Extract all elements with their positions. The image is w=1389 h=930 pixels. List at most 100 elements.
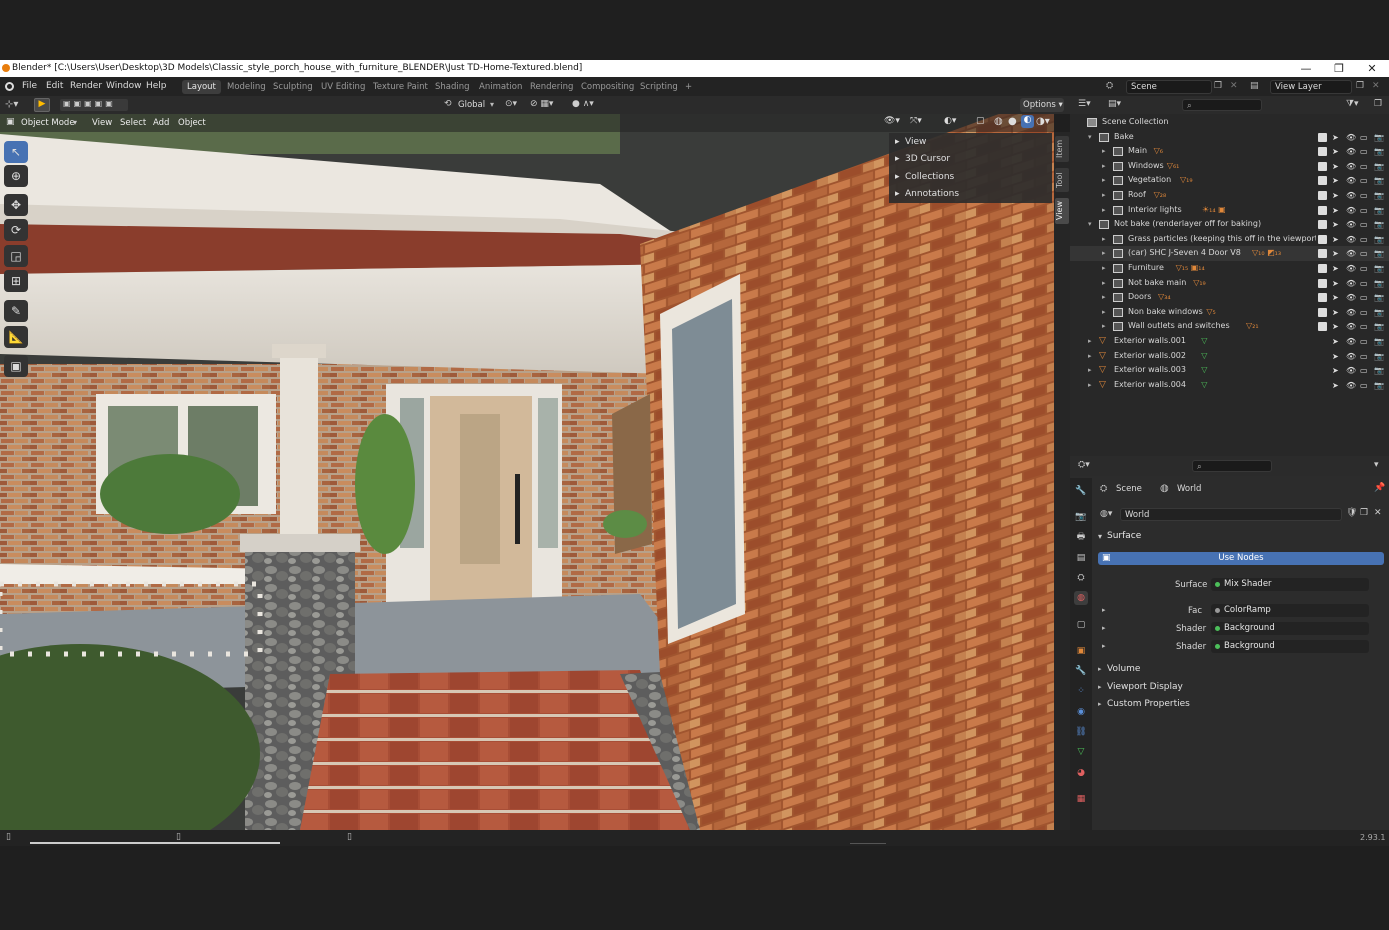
surface-shader-field[interactable]: Mix Shader [1211,578,1369,591]
exclude-checkbox[interactable] [1318,205,1327,215]
expand-arrow-icon[interactable]: ▸ [1088,334,1092,349]
gizmo-icon[interactable]: ⤧▾ [910,116,922,126]
camera-render-icon[interactable]: 📷 [1374,191,1384,200]
cursor-icon[interactable]: ⊕ [4,165,28,187]
tab-scripting[interactable]: Scripting [635,80,683,94]
view-menu[interactable]: View [92,118,112,128]
select-arrow-icon[interactable]: ➤ [1332,176,1341,185]
shader2-field[interactable]: Background [1211,640,1369,653]
expand-arrow-icon[interactable]: ▸ [1102,305,1106,320]
camera-render-icon[interactable]: 📷 [1374,352,1384,361]
collapse-arrow-icon[interactable]: ▾ [1088,217,1092,232]
camera-render-icon[interactable]: 📷 [1374,264,1384,273]
select-arrow-icon[interactable]: ➤ [1332,147,1341,156]
tab-tool[interactable]: Tool [1055,168,1069,192]
select-mode-icon[interactable]: ▶ [34,98,50,112]
add-menu[interactable]: Add [153,118,169,128]
world-tab-icon[interactable]: ◍ [1074,591,1088,605]
expand-arrow-icon[interactable]: ▸ [1102,246,1106,261]
expand-arrow-icon[interactable]: ▸ [1102,159,1106,174]
select-arrow-icon[interactable]: ➤ [1332,381,1341,390]
tool-tab-icon[interactable]: 🔧 [1074,484,1088,498]
options-button[interactable]: Options ▾ [1020,98,1064,112]
viewport-icon[interactable]: ▭ [1360,191,1369,200]
select-arrow-icon[interactable]: ➤ [1332,133,1341,142]
rendered-shading-icon[interactable]: ◑▾ [1036,116,1050,127]
tab-texture-paint[interactable]: Texture Paint [368,80,433,94]
expand-arrow-icon[interactable]: ▸ [1102,144,1106,159]
viewport-icon[interactable]: ▭ [1360,293,1369,302]
viewport-icon[interactable]: ▭ [1360,206,1369,215]
select-arrow-icon[interactable]: ➤ [1332,235,1341,244]
outliner-row[interactable]: ▸ (car) SHC J-Seven 4 Door V8 ▽₁₀ ◩₁₃ ➤ 👁 ▭ 📷 [1070,246,1389,261]
camera-render-icon[interactable]: 📷 [1374,279,1384,288]
select-arrow-icon[interactable]: ➤ [1332,249,1341,258]
measure-icon[interactable]: 📐 [4,326,28,348]
outliner-row[interactable]: ▸ ▽ Exterior walls.002 ▽ ➤ 👁 ▭ 📷 [1070,349,1389,364]
expand-arrow-icon[interactable]: ▸ [1102,188,1106,203]
blender-menu-icon[interactable] [5,82,14,91]
exclude-checkbox[interactable] [1318,307,1327,317]
move-icon[interactable]: ✥ [4,194,28,216]
camera-render-icon[interactable]: 📷 [1374,176,1384,185]
selection-modes-icon[interactable]: ▣▣▣▣▣ [60,99,128,111]
outliner-row[interactable]: ▸ Not bake main ▽₁₉ ➤ 👁 ▭ 📷 [1070,276,1389,291]
camera-render-icon[interactable]: 📷 [1374,206,1384,215]
outliner-row[interactable]: ▸ ▽ Exterior walls.001 ▽ ➤ 👁 ▭ 📷 [1070,334,1389,349]
scene-selector[interactable]: Scene [1126,80,1212,94]
remove-scene-icon[interactable]: ✕ [1230,81,1238,91]
eye-icon[interactable]: 👁 [1346,176,1356,185]
eye-icon[interactable]: 👁 [1346,352,1356,361]
outliner-row[interactable]: ▸ Doors ▽₃₄ ➤ 👁 ▭ 📷 [1070,290,1389,305]
viewport-icon[interactable]: ▭ [1360,133,1369,142]
outliner-root[interactable]: Scene Collection [1070,115,1389,130]
viewport-icon[interactable]: ▭ [1360,176,1369,185]
camera-render-icon[interactable]: 📷 [1374,249,1384,258]
outliner-row[interactable]: ▾ Not bake (renderlayer off for baking) ➤ 👁… [1070,217,1389,232]
minimize-button[interactable]: — [1290,60,1322,77]
camera-render-icon[interactable]: 📷 [1374,381,1384,390]
viewport-icon[interactable]: ▭ [1360,279,1369,288]
unlink-world-icon[interactable]: ✕ [1374,508,1382,518]
scene-tab-icon[interactable]: ⛭ [1074,571,1088,585]
mode-selector[interactable]: Object Mode [21,118,75,128]
world-name-field[interactable]: World [1120,508,1342,521]
eye-icon[interactable]: 👁 [1346,220,1356,229]
eye-icon[interactable]: 👁 [1346,147,1356,156]
select-menu[interactable]: Select [120,118,146,128]
menu-window[interactable]: Window [106,81,142,91]
eye-icon[interactable]: 👁 [1346,279,1356,288]
shader1-expand-icon[interactable]: ▸ [1102,624,1106,632]
eye-icon[interactable]: 👁 [1346,133,1356,142]
sidebar-section-3d-cursor[interactable]: 3D Cursor [905,154,950,164]
texture-tab-icon[interactable]: ▦ [1074,792,1088,806]
select-arrow-icon[interactable]: ➤ [1332,264,1341,273]
properties-search[interactable]: ⌕ [1192,460,1272,472]
select-arrow-icon[interactable]: ➤ [1332,191,1341,200]
tab-shading[interactable]: Shading [430,80,475,94]
exclude-checkbox[interactable] [1318,161,1327,171]
exclude-checkbox[interactable] [1318,191,1327,200]
camera-render-icon[interactable]: 📷 [1374,308,1384,317]
select-arrow-icon[interactable]: ➤ [1332,352,1341,361]
select-arrow-icon[interactable]: ➤ [1332,366,1341,375]
output-tab-icon[interactable]: 🖶 [1074,530,1088,544]
annotate-icon[interactable]: ✎ [4,300,28,322]
tab-sculpting[interactable]: Sculpting [268,80,318,94]
expand-arrow-icon[interactable]: ▸ [1102,290,1106,305]
exclude-checkbox[interactable] [1318,278,1327,288]
use-nodes-button[interactable]: ▣ Use Nodes [1098,552,1384,565]
expand-arrow-icon[interactable]: ▸ [1102,173,1106,188]
exclude-checkbox[interactable] [1318,132,1327,142]
shader1-field[interactable]: Background [1211,622,1369,635]
eye-icon[interactable]: 👁 [1346,191,1356,200]
viewport-icon[interactable]: ▭ [1360,249,1369,258]
outliner-row[interactable]: ▸ Furniture ▽₁₅ ▣₁₄ ➤ 👁 ▭ 📷 [1070,261,1389,276]
select-arrow-icon[interactable]: ➤ [1332,220,1341,229]
viewport-icon[interactable]: ▭ [1360,235,1369,244]
properties-options-icon[interactable]: ▾ [1374,460,1379,470]
surface-panel-header[interactable]: Surface [1107,531,1141,541]
expand-arrow-icon[interactable]: ▸ [1102,261,1106,276]
exclude-checkbox[interactable] [1318,234,1327,244]
select-arrow-icon[interactable]: ➤ [1332,322,1341,331]
